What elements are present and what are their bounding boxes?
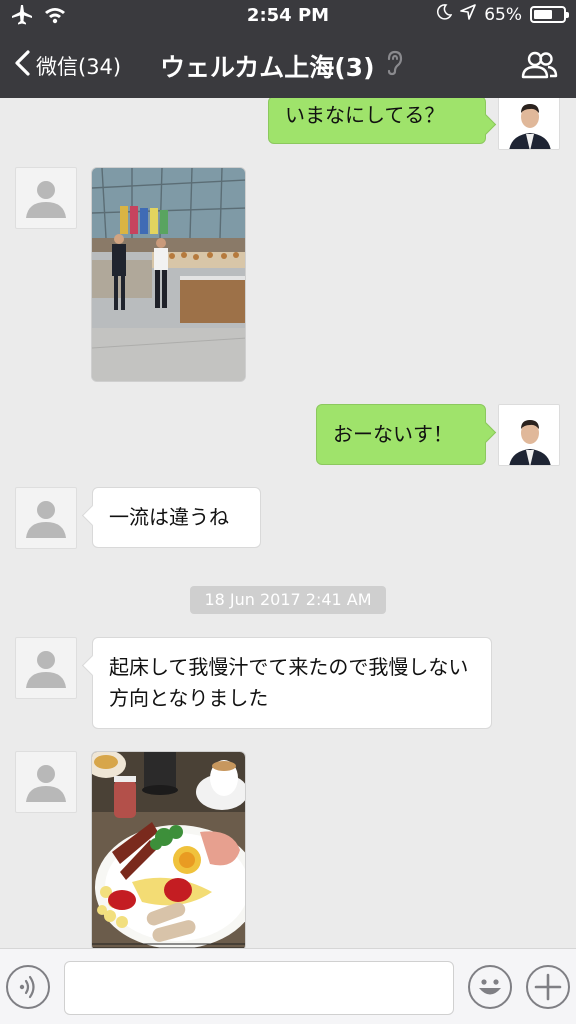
avatar-self[interactable]: [498, 404, 560, 466]
message-bubble-outgoing[interactable]: おーないす！: [316, 404, 486, 465]
chat-title: ウェルカム上海(3): [160, 48, 403, 84]
ear-icon: [385, 50, 403, 82]
plus-icon: [528, 973, 568, 1011]
group-members-icon: [520, 51, 558, 84]
voice-icon: [8, 975, 48, 1011]
battery-icon: [530, 6, 569, 23]
message-image-breakfast[interactable]: [91, 751, 246, 948]
emoji-button[interactable]: [468, 965, 512, 1009]
avatar-contact[interactable]: [15, 487, 77, 549]
group-members-button[interactable]: [520, 50, 558, 84]
message-text: 一流は違うね: [109, 505, 229, 529]
top-bar: 2:54 PM 65% 微信(34) ウェルカム上海(3): [0, 0, 576, 98]
message-input[interactable]: [64, 961, 454, 1015]
chat-area[interactable]: いまなにしてる？ おーないす！ 一流は違うね 18 Jun 2017 2:41 …: [0, 98, 576, 948]
voice-button[interactable]: [6, 965, 50, 1009]
message-bubble-incoming[interactable]: 起床して我慢汁でて来たので我慢しない方向となりました: [92, 637, 492, 729]
more-button[interactable]: [526, 965, 570, 1009]
avatar-self[interactable]: [498, 98, 560, 150]
avatar-contact[interactable]: [15, 637, 77, 699]
nav-bar: 微信(34) ウェルカム上海(3): [0, 40, 576, 90]
battery-percent: 65%: [484, 4, 522, 25]
moon-icon: [436, 4, 453, 25]
location-arrow-icon: [460, 4, 477, 25]
chat-title-text: ウェルカム上海(3): [160, 53, 375, 82]
message-text: おーないす！: [333, 422, 453, 446]
battery-fill: [534, 10, 552, 19]
input-bar: [0, 948, 576, 1024]
back-chevron-icon: [14, 50, 32, 81]
message-text: いまなにしてる？: [285, 103, 445, 127]
message-bubble-incoming[interactable]: 一流は違うね: [92, 487, 261, 548]
avatar-contact[interactable]: [15, 751, 77, 813]
message-text: 起床して我慢汁でて来たので我慢しない方向となりました: [109, 655, 469, 710]
avatar-contact[interactable]: [15, 167, 77, 229]
back-button[interactable]: 微信(34): [14, 50, 121, 81]
message-image-buffet[interactable]: [91, 167, 246, 382]
message-timestamp: 18 Jun 2017 2:41 AM: [190, 586, 386, 614]
emoji-icon: [470, 979, 510, 1011]
battery-tip: [566, 12, 569, 18]
message-bubble-outgoing[interactable]: いまなにしてる？: [268, 98, 486, 144]
back-label: 微信(34): [36, 54, 122, 79]
status-right: 65%: [436, 4, 569, 25]
status-bar: 2:54 PM 65%: [0, 0, 576, 32]
